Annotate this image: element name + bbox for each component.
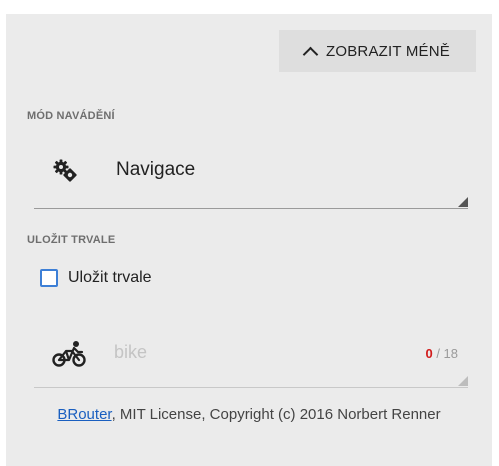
save-permanently-row[interactable]: Uložit trvale [40, 266, 152, 290]
settings-panel: ZOBRAZIT MÉNĚ MÓD NAVÁDĚNÍ Navigace ULOŽ… [6, 14, 492, 466]
profile-name-input[interactable] [114, 342, 374, 363]
save-permanently-label: Uložit trvale [68, 269, 152, 286]
routing-mode-dropdown[interactable]: Navigace [34, 139, 468, 209]
bicycle-icon [52, 340, 86, 368]
character-counter-current: 0 [425, 346, 433, 361]
license-rest: , MIT License, Copyright (c) 2016 Norber… [111, 406, 441, 423]
character-counter: 0 / 18 [425, 346, 458, 361]
save-section-label: ULOŽIT TRVALE [27, 234, 116, 246]
profile-field-underline [34, 387, 468, 388]
field-corner-icon [458, 376, 468, 386]
license-text: BRouter, MIT License, Copyright (c) 2016… [26, 404, 472, 425]
routing-mode-section-label: MÓD NAVÁDĚNÍ [27, 110, 115, 122]
show-less-button[interactable]: ZOBRAZIT MÉNĚ [279, 30, 476, 72]
chevron-up-icon [302, 46, 319, 62]
brouter-link[interactable]: BRouter [57, 406, 111, 423]
save-permanently-checkbox[interactable] [40, 269, 58, 287]
character-counter-max: / 18 [436, 346, 458, 361]
routing-mode-value: Navigace [116, 159, 196, 180]
profile-name-field: 0 / 18 [34, 324, 468, 388]
dropdown-corner-icon [458, 197, 468, 207]
routing-mode-underline [34, 208, 468, 209]
show-less-label: ZOBRAZIT MÉNĚ [326, 42, 450, 60]
gears-icon [52, 157, 80, 185]
